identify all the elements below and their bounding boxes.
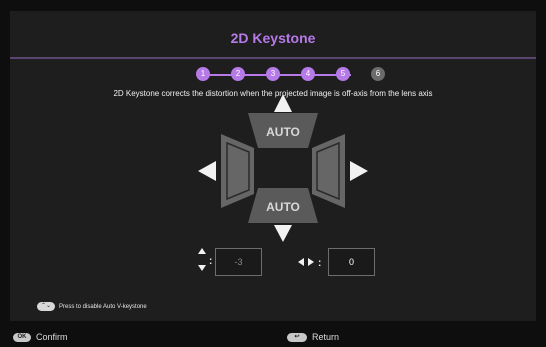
horizontal-colon: : xyxy=(318,258,321,269)
return-key-icon: ↩ xyxy=(287,332,307,342)
horizontal-value-field[interactable]: 0 xyxy=(328,248,375,276)
bottom-auto-label: AUTO xyxy=(266,200,300,214)
vertical-up-icon xyxy=(198,248,206,254)
vertical-value-field[interactable]: -3 xyxy=(215,248,262,276)
right-arrow-icon[interactable] xyxy=(350,161,368,181)
keystone-graphic: AUTO AUTO : : xyxy=(198,94,368,271)
top-auto-label: AUTO xyxy=(266,125,300,139)
footer-bar: OK Confirm ↩ Return xyxy=(0,324,546,347)
up-arrow-icon[interactable] xyxy=(274,94,292,112)
horizontal-left-icon xyxy=(298,258,304,266)
down-arrow-icon[interactable] xyxy=(274,225,292,242)
vertical-colon: : xyxy=(209,256,212,267)
confirm-button[interactable]: OK Confirm xyxy=(13,332,68,342)
left-arrow-icon[interactable] xyxy=(198,161,216,181)
horizontal-right-icon xyxy=(308,258,314,266)
ok-key-icon: OK xyxy=(13,332,31,342)
confirm-label: Confirm xyxy=(36,332,68,342)
return-label: Return xyxy=(312,332,340,342)
vertical-down-icon xyxy=(198,265,206,271)
return-button[interactable]: ↩ Return xyxy=(287,332,339,342)
